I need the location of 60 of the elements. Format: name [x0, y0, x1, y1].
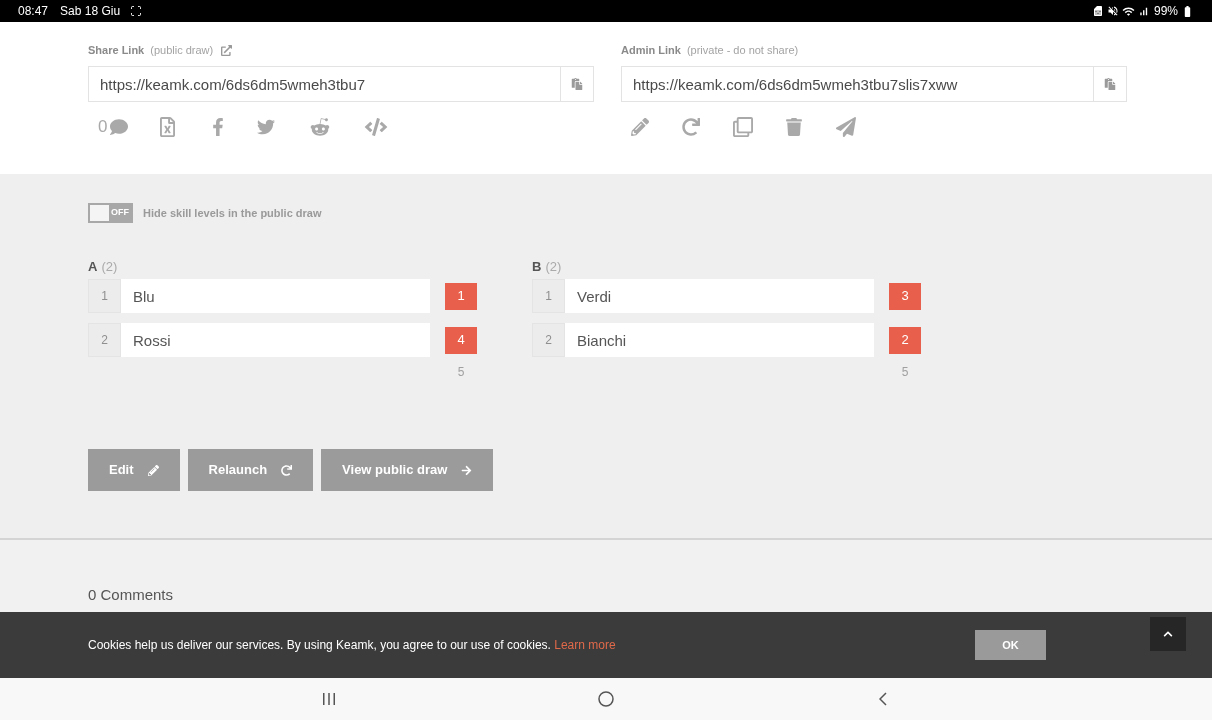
link-label: Admin Link: [621, 42, 681, 58]
player-name-field[interactable]: Blu: [121, 279, 430, 313]
player-name-field[interactable]: Rossi: [121, 323, 430, 357]
player-number-cell: 1: [532, 279, 565, 313]
team-name: A: [88, 258, 98, 277]
copy-button[interactable]: [1094, 66, 1127, 102]
skill-level-badge: 1: [445, 282, 477, 310]
player-name-field[interactable]: Verdi: [565, 279, 874, 313]
facebook-icon[interactable]: [212, 118, 225, 136]
trash-icon[interactable]: [786, 118, 802, 136]
player-number-cell: 1: [88, 279, 121, 313]
back-icon[interactable]: [879, 692, 887, 706]
recent-apps-icon[interactable]: [322, 693, 336, 705]
copy-icon[interactable]: [733, 117, 753, 137]
arrow-right-icon: [461, 464, 473, 476]
player-number-cell: 2: [532, 323, 565, 357]
status-date: Sab 18 Giu: [60, 3, 121, 20]
scroll-top-button[interactable]: [1150, 617, 1186, 651]
excel-file-icon[interactable]: [159, 117, 177, 137]
home-icon[interactable]: [598, 691, 614, 707]
comments-heading: 0 Comments: [88, 584, 174, 605]
team-name: B: [532, 258, 542, 277]
cookie-notice: Cookies help us deliver our services. By using Keamk, you agree to our use of cookies. Learn more: [88, 637, 616, 654]
skill-level-badge: 4: [445, 326, 477, 354]
mute-icon: [1106, 5, 1119, 17]
share-link-field[interactable]: https://keamk.com/6ds6dm5wmeh3tbu7: [88, 66, 561, 102]
wifi-icon: [1121, 4, 1135, 18]
toggle-label: Hide skill levels in the public draw: [143, 205, 322, 221]
sim-card-icon: [1091, 5, 1104, 17]
chevron-up-icon: [1163, 629, 1173, 639]
admin-link-field[interactable]: https://keamk.com/6ds6dm5wmeh3tbu7slis7xww: [621, 66, 1094, 102]
player-number-cell: 2: [88, 323, 121, 357]
clipboard-icon: [1104, 78, 1116, 90]
comment-icon[interactable]: [109, 118, 130, 136]
reload-icon[interactable]: [682, 118, 700, 136]
link-note: (public draw): [150, 42, 214, 58]
copy-button[interactable]: [561, 66, 594, 102]
paper-plane-icon[interactable]: [835, 117, 857, 137]
link-note: (private - do not share): [686, 42, 799, 58]
team-count: (2): [545, 258, 562, 277]
signal-icon: [1137, 5, 1149, 17]
player-name-field[interactable]: Bianchi: [565, 323, 874, 357]
team-skill-total: 5: [456, 364, 466, 381]
twitter-icon[interactable]: [256, 118, 277, 136]
team-count: (2): [101, 258, 118, 277]
reddit-icon[interactable]: [309, 117, 332, 137]
reload-icon: [281, 464, 293, 476]
link-label: Share Link: [88, 42, 145, 58]
scan-frame-icon: [130, 5, 143, 17]
battery-level: 99%: [1153, 3, 1178, 20]
pencil-icon: [147, 464, 159, 476]
external-link-icon[interactable]: [221, 44, 233, 56]
pencil-icon[interactable]: [631, 118, 649, 136]
status-time: 08:47: [18, 3, 49, 20]
skill-level-badge: 3: [889, 282, 921, 310]
comment-count: 0: [98, 116, 108, 139]
skill-level-badge: 2: [889, 326, 921, 354]
code-icon[interactable]: [364, 118, 389, 136]
clipboard-icon: [571, 78, 583, 90]
team-skill-total: 5: [900, 364, 910, 381]
